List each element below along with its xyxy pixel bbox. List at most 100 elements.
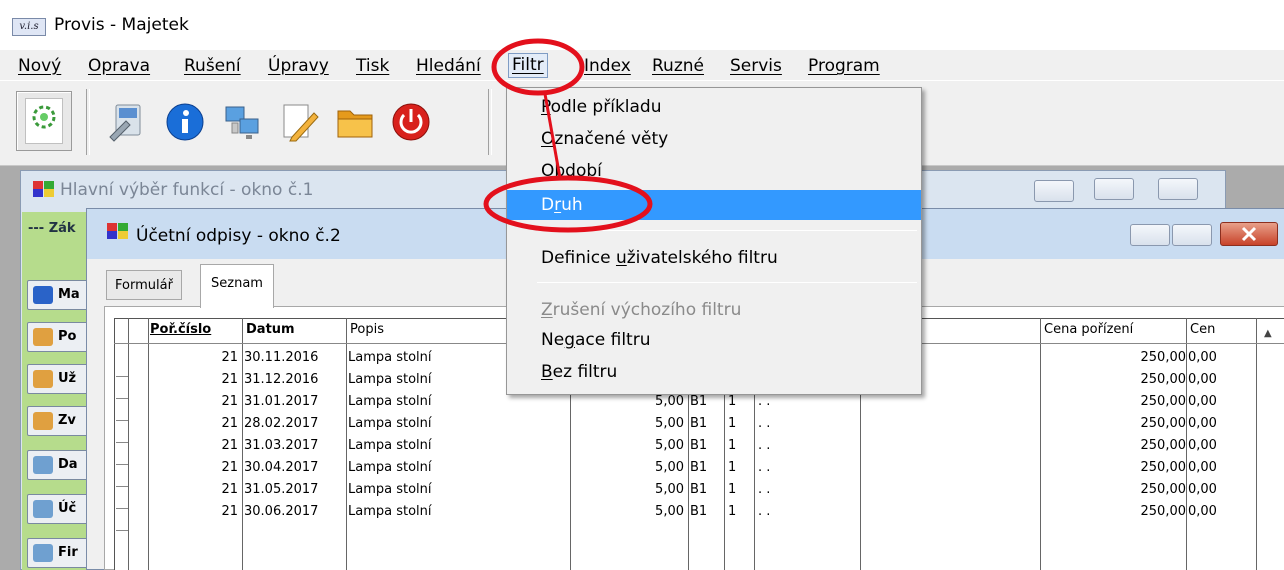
window2-minimize-button[interactable]	[1130, 224, 1170, 246]
menu-tisk[interactable]: Tisk	[356, 56, 389, 76]
cell-cen[interactable]: 0,00	[1188, 416, 1228, 431]
menu-oprava[interactable]: Oprava	[88, 56, 150, 76]
menu-item-negace-filtru[interactable]: Negace filtru	[507, 325, 921, 355]
cell-cen[interactable]: 0,00	[1188, 504, 1228, 519]
cell-pct[interactable]: 5,00	[572, 438, 684, 453]
cell-cena[interactable]: 250,00	[1044, 460, 1187, 475]
cell-dots[interactable]: . .	[758, 438, 858, 453]
cell-cena[interactable]: 250,00	[1044, 350, 1187, 365]
window1-close-button[interactable]	[1158, 178, 1198, 200]
cell-code[interactable]: B1	[690, 504, 726, 519]
cell-cena[interactable]: 250,00	[1044, 504, 1187, 519]
column-header-popis[interactable]: Popis	[350, 322, 384, 337]
cell-datum[interactable]: 30.04.2017	[244, 460, 344, 475]
window2-close-button[interactable]	[1220, 222, 1278, 246]
cell-n[interactable]: 1	[728, 504, 752, 519]
side-button-uc[interactable]: Úč	[27, 494, 89, 524]
cell-pct[interactable]: 5,00	[572, 394, 684, 409]
cell-popis[interactable]: Lampa stolní	[348, 482, 568, 497]
cell-porcislo[interactable]: 21	[150, 416, 238, 431]
side-button-po[interactable]: Po	[27, 322, 89, 352]
menu-ruzne[interactable]: Ruzné	[652, 56, 704, 76]
cell-cen[interactable]: 0,00	[1188, 438, 1228, 453]
cell-dots[interactable]: . .	[758, 504, 858, 519]
computers-button[interactable]	[216, 91, 272, 151]
scroll-up-arrow-icon[interactable]: ▲	[1264, 328, 1272, 339]
cell-porcislo[interactable]: 21	[150, 372, 238, 387]
side-button-fir[interactable]: Fir	[27, 538, 89, 568]
cell-datum[interactable]: 31.12.2016	[244, 372, 344, 387]
cell-porcislo[interactable]: 21	[150, 460, 238, 475]
side-button-da[interactable]: Da	[27, 450, 89, 480]
menu-ruseni[interactable]: Rušení	[184, 56, 241, 76]
cell-cena[interactable]: 250,00	[1044, 416, 1187, 431]
cell-cen[interactable]: 0,00	[1188, 460, 1228, 475]
menu-item-oznacene-vety[interactable]: Označené věty	[507, 124, 921, 154]
menu-index[interactable]: Index	[584, 56, 631, 76]
column-header-datum[interactable]: Datum	[246, 322, 295, 337]
cell-popis[interactable]: Lampa stolní	[348, 394, 568, 409]
cell-porcislo[interactable]: 21	[150, 482, 238, 497]
menu-item-podle-prikladu[interactable]: Podle příkladu	[507, 92, 921, 122]
tab-seznam[interactable]: Seznam	[200, 264, 274, 308]
column-header-cen[interactable]: Cen	[1190, 322, 1215, 337]
menu-upravy[interactable]: Úpravy	[268, 56, 329, 76]
majetek-logo-button[interactable]	[16, 91, 72, 151]
cell-porcislo[interactable]: 21	[150, 504, 238, 519]
menu-item-bez-filtru[interactable]: Bez filtru	[507, 357, 921, 387]
cell-porcislo[interactable]: 21	[150, 394, 238, 409]
info-button[interactable]	[158, 91, 214, 151]
cell-datum[interactable]: 31.05.2017	[244, 482, 344, 497]
app-icon[interactable]: v.i.s	[12, 18, 46, 36]
cell-dots[interactable]: . .	[758, 394, 858, 409]
cell-cen[interactable]: 0,00	[1188, 482, 1228, 497]
cell-n[interactable]: 1	[728, 416, 752, 431]
cell-n[interactable]: 1	[728, 482, 752, 497]
cell-n[interactable]: 1	[728, 460, 752, 475]
cell-datum[interactable]: 30.06.2017	[244, 504, 344, 519]
folder-button[interactable]	[328, 91, 384, 151]
cell-cena[interactable]: 250,00	[1044, 482, 1187, 497]
cell-datum[interactable]: 31.03.2017	[244, 438, 344, 453]
cell-cena[interactable]: 250,00	[1044, 394, 1187, 409]
cell-n[interactable]: 1	[728, 438, 752, 453]
cell-code[interactable]: B1	[690, 482, 726, 497]
cell-n[interactable]: 1	[728, 394, 752, 409]
cell-popis[interactable]: Lampa stolní	[348, 504, 568, 519]
cell-dots[interactable]: . .	[758, 482, 858, 497]
cell-popis[interactable]: Lampa stolní	[348, 438, 568, 453]
cell-pct[interactable]: 5,00	[572, 460, 684, 475]
cell-cen[interactable]: 0,00	[1188, 350, 1228, 365]
side-button-uz[interactable]: Už	[27, 364, 89, 394]
cell-cen[interactable]: 0,00	[1188, 372, 1228, 387]
cell-pct[interactable]: 5,00	[572, 504, 684, 519]
window2-maximize-button[interactable]	[1172, 224, 1212, 246]
window1-maximize-button[interactable]	[1094, 178, 1134, 200]
edit-button[interactable]	[272, 91, 328, 151]
cell-dots[interactable]: . .	[758, 460, 858, 475]
menu-hledani[interactable]: Hledání	[416, 56, 481, 76]
menu-item-obdobi[interactable]: Období	[507, 156, 921, 186]
cell-cena[interactable]: 250,00	[1044, 372, 1187, 387]
cell-popis[interactable]: Lampa stolní	[348, 416, 568, 431]
cell-datum[interactable]: 28.02.2017	[244, 416, 344, 431]
side-button-zv[interactable]: Zv	[27, 406, 89, 436]
cell-pct[interactable]: 5,00	[572, 416, 684, 431]
menu-item-druh[interactable]: Druh	[507, 190, 921, 220]
cell-code[interactable]: B1	[690, 416, 726, 431]
tab-formular[interactable]: Formulář	[106, 270, 182, 300]
cell-dots[interactable]: . .	[758, 416, 858, 431]
cell-pct[interactable]: 5,00	[572, 482, 684, 497]
column-header-cena-porizeni[interactable]: Cena pořízení	[1044, 322, 1133, 337]
cell-porcislo[interactable]: 21	[150, 350, 238, 365]
cell-cena[interactable]: 250,00	[1044, 438, 1187, 453]
power-button[interactable]	[384, 91, 440, 151]
cell-datum[interactable]: 31.01.2017	[244, 394, 344, 409]
side-button-majetek[interactable]: Ma	[27, 280, 89, 310]
window1-minimize-button[interactable]	[1034, 180, 1074, 202]
column-header-porcislo[interactable]: Poř.číslo	[150, 322, 211, 337]
cell-popis[interactable]: Lampa stolní	[348, 460, 568, 475]
cell-code[interactable]: B1	[690, 438, 726, 453]
cell-code[interactable]: B1	[690, 394, 726, 409]
tools-button[interactable]	[100, 91, 156, 151]
